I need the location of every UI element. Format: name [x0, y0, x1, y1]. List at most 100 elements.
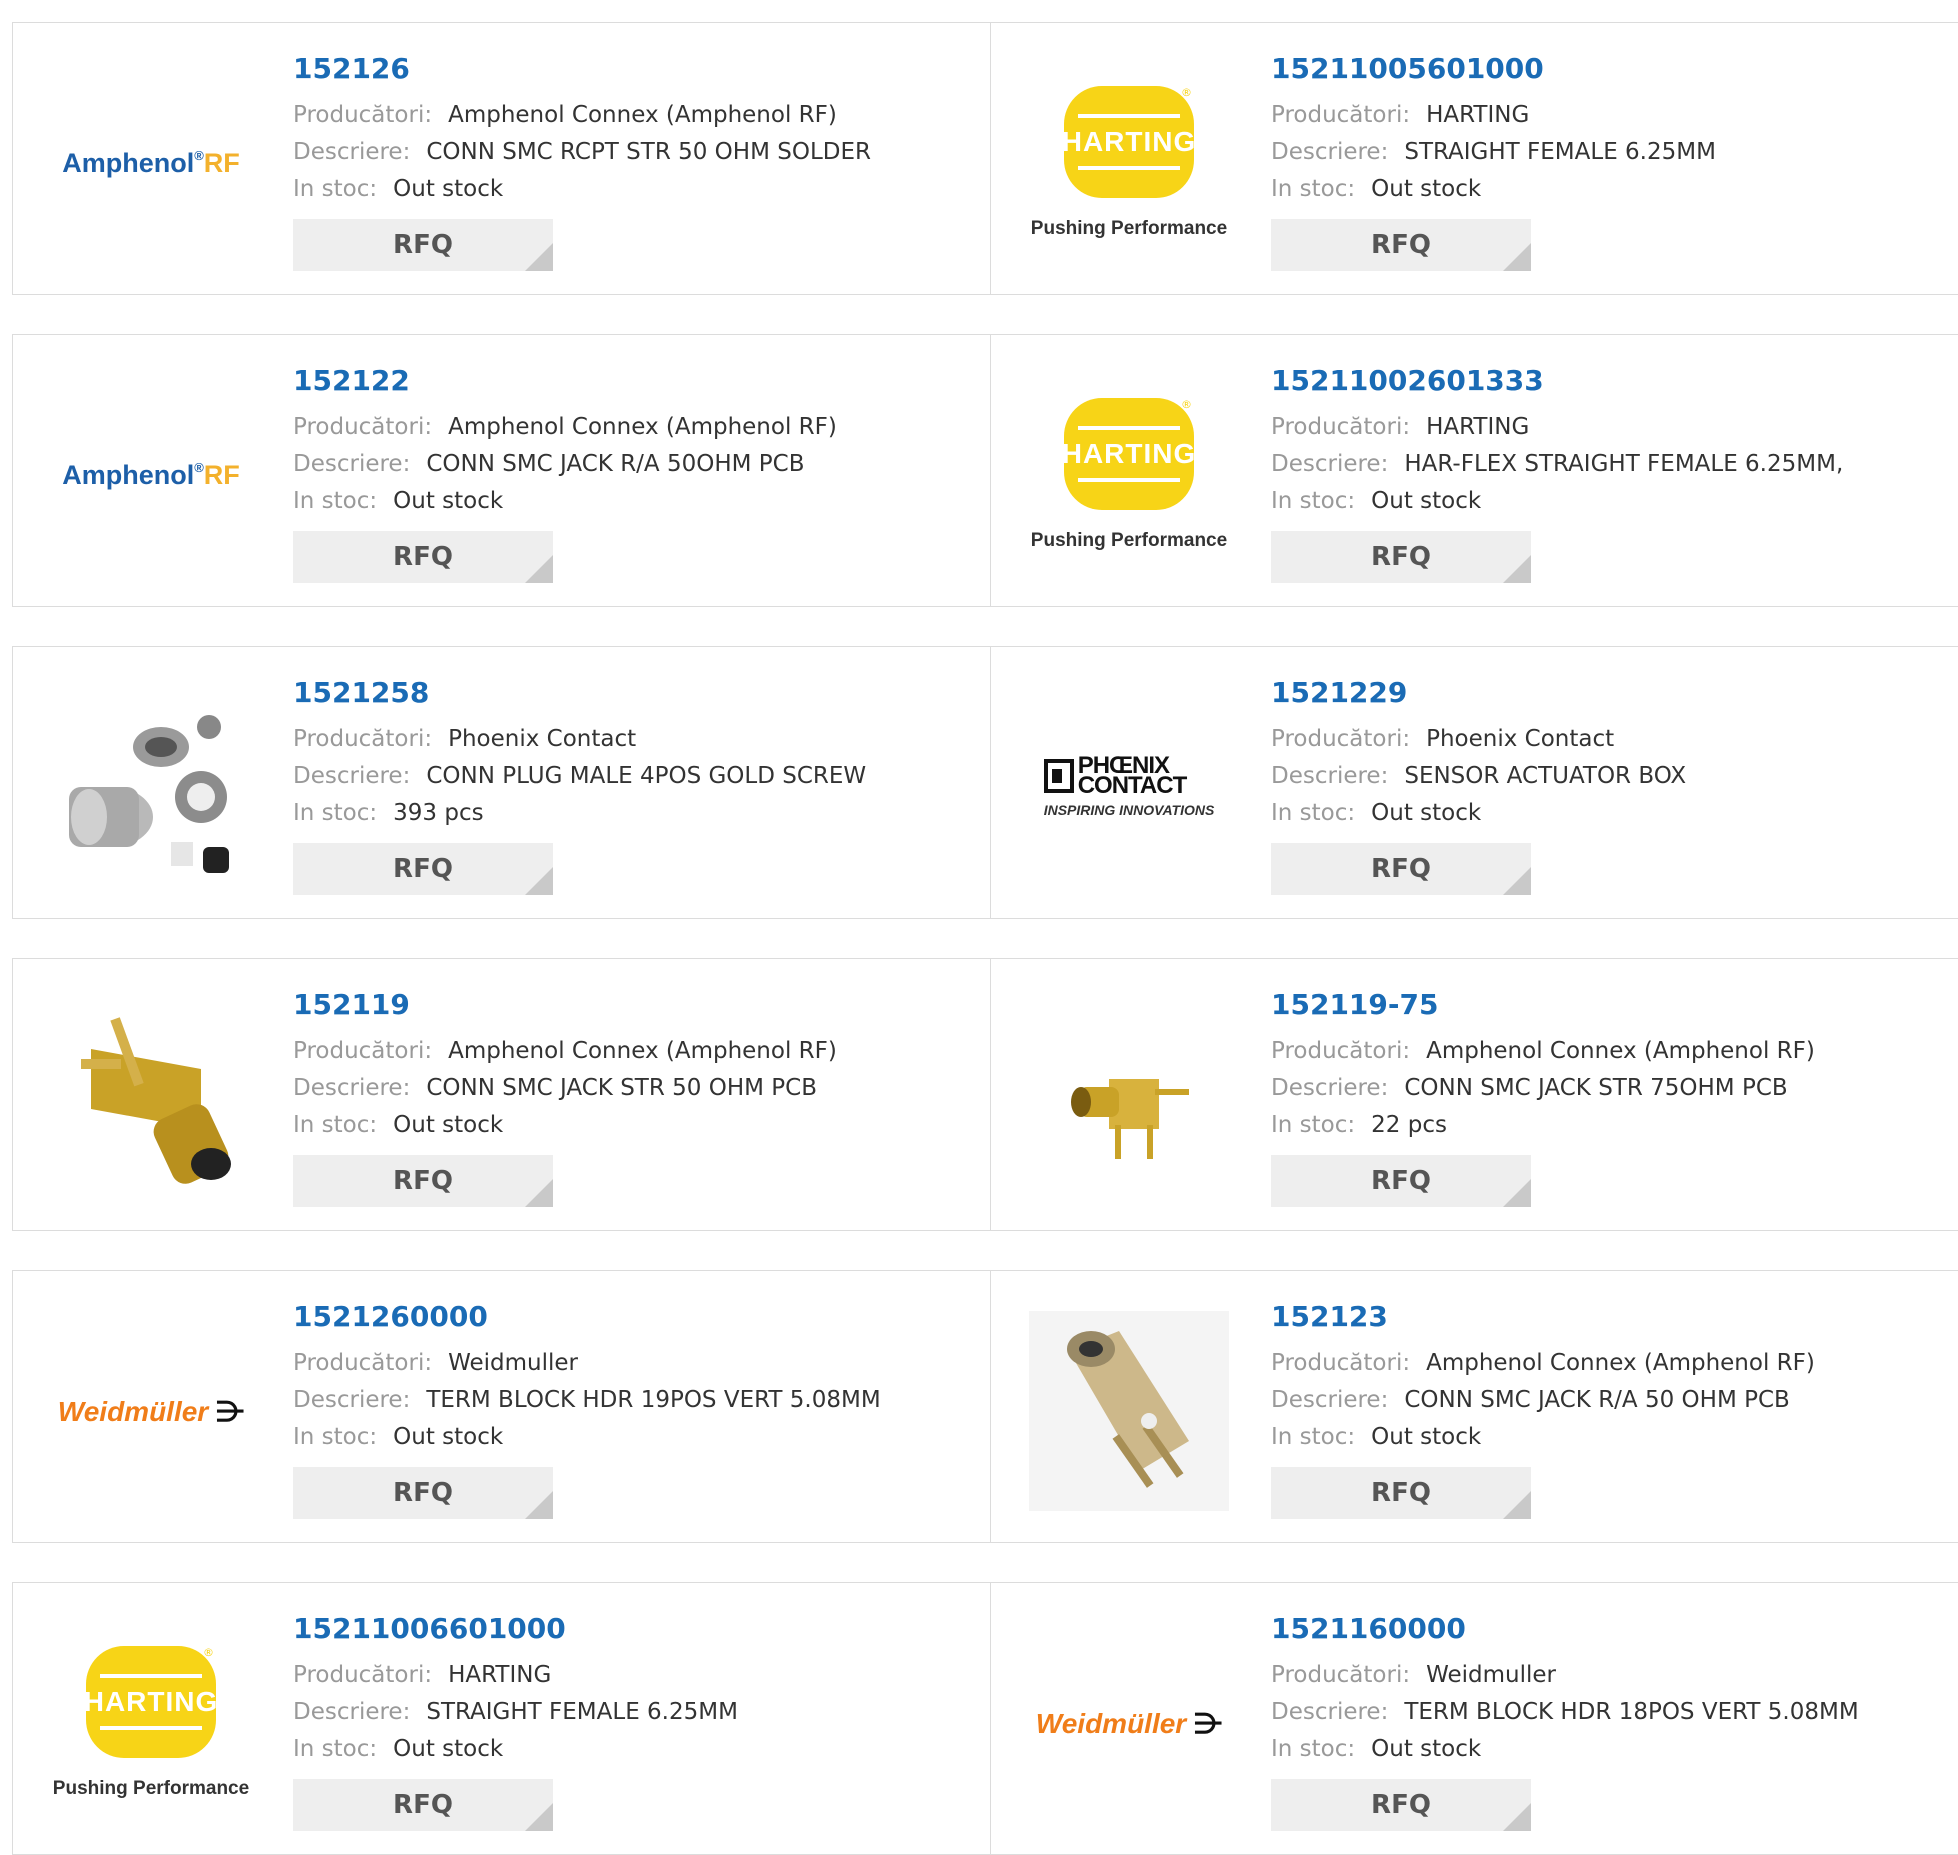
product-image[interactable]	[51, 999, 251, 1199]
phoenix-contact-logo: PHŒNIX CONTACT INSPIRING INNOVATIONS	[1043, 752, 1215, 818]
product-image[interactable]	[1029, 1311, 1229, 1511]
part-number-link[interactable]: 152119	[293, 987, 837, 1023]
rfq-button[interactable]: RFQ	[1271, 219, 1531, 271]
stock-label: In stoc:	[1271, 1736, 1356, 1762]
rfq-button[interactable]: RFQ	[1271, 843, 1531, 895]
rfq-label: RFQ	[1371, 230, 1431, 260]
product-image[interactable]	[1029, 999, 1229, 1199]
product-row: 1521258 Producători: Phoenix Contact Desc…	[12, 646, 1958, 919]
part-number-link[interactable]: 15211005601000	[1271, 51, 1716, 87]
description-label: Descriere:	[1271, 763, 1389, 789]
product-image[interactable]: ® HARTING Pushing Performance	[51, 1623, 251, 1823]
rfq-label: RFQ	[393, 1166, 453, 1196]
corner-triangle-icon	[1503, 1491, 1531, 1519]
rfq-label: RFQ	[1371, 1790, 1431, 1820]
part-number-link[interactable]: 1521160000	[1271, 1611, 1859, 1647]
manufacturer-line: Producători: HARTING	[293, 1657, 738, 1694]
part-number-link[interactable]: 1521229	[1271, 675, 1686, 711]
rfq-button[interactable]: RFQ	[293, 1155, 553, 1207]
description-value: TERM BLOCK HDR 18POS VERT 5.08MM	[1404, 1699, 1859, 1725]
manufacturer-value: HARTING	[1426, 102, 1530, 128]
amphenol-rf-logo: Amphenol®RF	[62, 459, 240, 490]
smc-jack-photo	[1071, 1079, 1189, 1159]
description-line: Descriere: CONN SMC JACK R/A 50 OHM PCB	[1271, 1382, 1815, 1419]
rfq-button[interactable]: RFQ	[293, 1467, 553, 1519]
description-value: CONN SMC JACK STR 50 OHM PCB	[426, 1075, 817, 1101]
product-image[interactable]: Amphenol®RF	[51, 63, 251, 263]
stock-line: In stoc: Out stock	[293, 171, 871, 208]
stock-line: In stoc: Out stock	[1271, 171, 1716, 208]
stock-line: In stoc: Out stock	[293, 1731, 738, 1768]
rfq-button[interactable]: RFQ	[293, 531, 553, 583]
harting-logo: ® HARTING Pushing Performance	[1030, 86, 1228, 239]
stock-value: Out stock	[393, 488, 504, 514]
product-image[interactable]: ® HARTING Pushing Performance	[1029, 63, 1229, 263]
stock-label: In stoc:	[293, 1424, 378, 1450]
manufacturer-line: Producători: Amphenol Connex (Amphenol RF…	[1271, 1345, 1815, 1382]
manufacturer-label: Producători:	[1271, 1038, 1411, 1064]
weidmuller-logo: Weidmüller ⋺	[57, 1395, 245, 1427]
manufacturer-label: Producători:	[1271, 414, 1411, 440]
stock-label: In stoc:	[293, 1736, 378, 1762]
manufacturer-line: Producători: HARTING	[1271, 409, 1843, 446]
manufacturer-label: Producători:	[293, 102, 433, 128]
product-image[interactable]: Weidmüller ⋺	[1029, 1623, 1229, 1823]
part-number-link[interactable]: 152122	[293, 363, 837, 399]
rfq-button[interactable]: RFQ	[1271, 1779, 1531, 1831]
part-number-link[interactable]: 1521258	[293, 675, 866, 711]
product-card: ® HARTING Pushing Performance 152110066010…	[13, 1583, 990, 1854]
product-image[interactable]: ® HARTING Pushing Performance	[1029, 375, 1229, 575]
stock-line: In stoc: Out stock	[1271, 795, 1686, 832]
manufacturer-line: Producători: Amphenol Connex (Amphenol RF…	[1271, 1033, 1815, 1070]
product-image[interactable]	[51, 687, 251, 887]
smc-jack-ra-photo	[1029, 1311, 1229, 1511]
manufacturer-value: Amphenol Connex (Amphenol RF)	[1426, 1038, 1815, 1064]
rfq-label: RFQ	[1371, 1166, 1431, 1196]
smc-jack-photo	[81, 1017, 231, 1184]
product-card: ® HARTING Pushing Performance 152110056010…	[991, 23, 1958, 294]
stock-label: In stoc:	[1271, 1112, 1356, 1138]
part-number-link[interactable]: 15211006601000	[293, 1611, 738, 1647]
stock-value: Out stock	[1371, 1424, 1482, 1450]
rfq-button[interactable]: RFQ	[1271, 531, 1531, 583]
manufacturer-value: Amphenol Connex (Amphenol RF)	[448, 102, 837, 128]
product-row: Amphenol®RF 152126 Producători: Amphenol …	[12, 22, 1958, 295]
product-image[interactable]: Weidmüller ⋺	[51, 1311, 251, 1511]
part-number-link[interactable]: 15211002601333	[1271, 363, 1843, 399]
part-number-link[interactable]: 152119-75	[1271, 987, 1815, 1023]
part-number-link[interactable]: 152123	[1271, 1299, 1815, 1335]
manufacturer-line: Producători: Phoenix Contact	[1271, 721, 1686, 758]
corner-triangle-icon	[1503, 1803, 1531, 1831]
manufacturer-value: Amphenol Connex (Amphenol RF)	[448, 1038, 837, 1064]
description-label: Descriere:	[1271, 1075, 1389, 1101]
manufacturer-label: Producători:	[1271, 1662, 1411, 1688]
rfq-label: RFQ	[393, 230, 453, 260]
stock-line: In stoc: Out stock	[1271, 1731, 1859, 1768]
stock-line: In stoc: Out stock	[293, 1107, 837, 1144]
description-label: Descriere:	[293, 139, 411, 165]
manufacturer-line: Producători: Weidmuller	[1271, 1657, 1859, 1694]
stock-label: In stoc:	[293, 800, 378, 826]
corner-triangle-icon	[525, 555, 553, 583]
rfq-button[interactable]: RFQ	[293, 219, 553, 271]
rfq-button[interactable]: RFQ	[1271, 1467, 1531, 1519]
rfq-button[interactable]: RFQ	[1271, 1155, 1531, 1207]
product-card: PHŒNIX CONTACT INSPIRING INNOVATIONS 15212…	[991, 647, 1958, 918]
rfq-button[interactable]: RFQ	[293, 1779, 553, 1831]
manufacturer-value: HARTING	[448, 1662, 552, 1688]
description-label: Descriere:	[1271, 1387, 1389, 1413]
part-number-link[interactable]: 1521260000	[293, 1299, 881, 1335]
product-image[interactable]: Amphenol®RF	[51, 375, 251, 575]
stock-value: 22 pcs	[1371, 1112, 1447, 1138]
rfq-button[interactable]: RFQ	[293, 843, 553, 895]
description-label: Descriere:	[293, 1075, 411, 1101]
stock-value: Out stock	[1371, 176, 1482, 202]
rfq-label: RFQ	[393, 854, 453, 884]
description-line: Descriere: CONN PLUG MALE 4POS GOLD SCREW	[293, 758, 866, 795]
product-card: 1521258 Producători: Phoenix Contact Desc…	[13, 647, 990, 918]
manufacturer-value: Phoenix Contact	[448, 726, 637, 752]
stock-value: Out stock	[393, 1736, 504, 1762]
product-image[interactable]: PHŒNIX CONTACT INSPIRING INNOVATIONS	[1029, 687, 1229, 887]
part-number-link[interactable]: 152126	[293, 51, 871, 87]
description-value: CONN PLUG MALE 4POS GOLD SCREW	[426, 763, 867, 789]
